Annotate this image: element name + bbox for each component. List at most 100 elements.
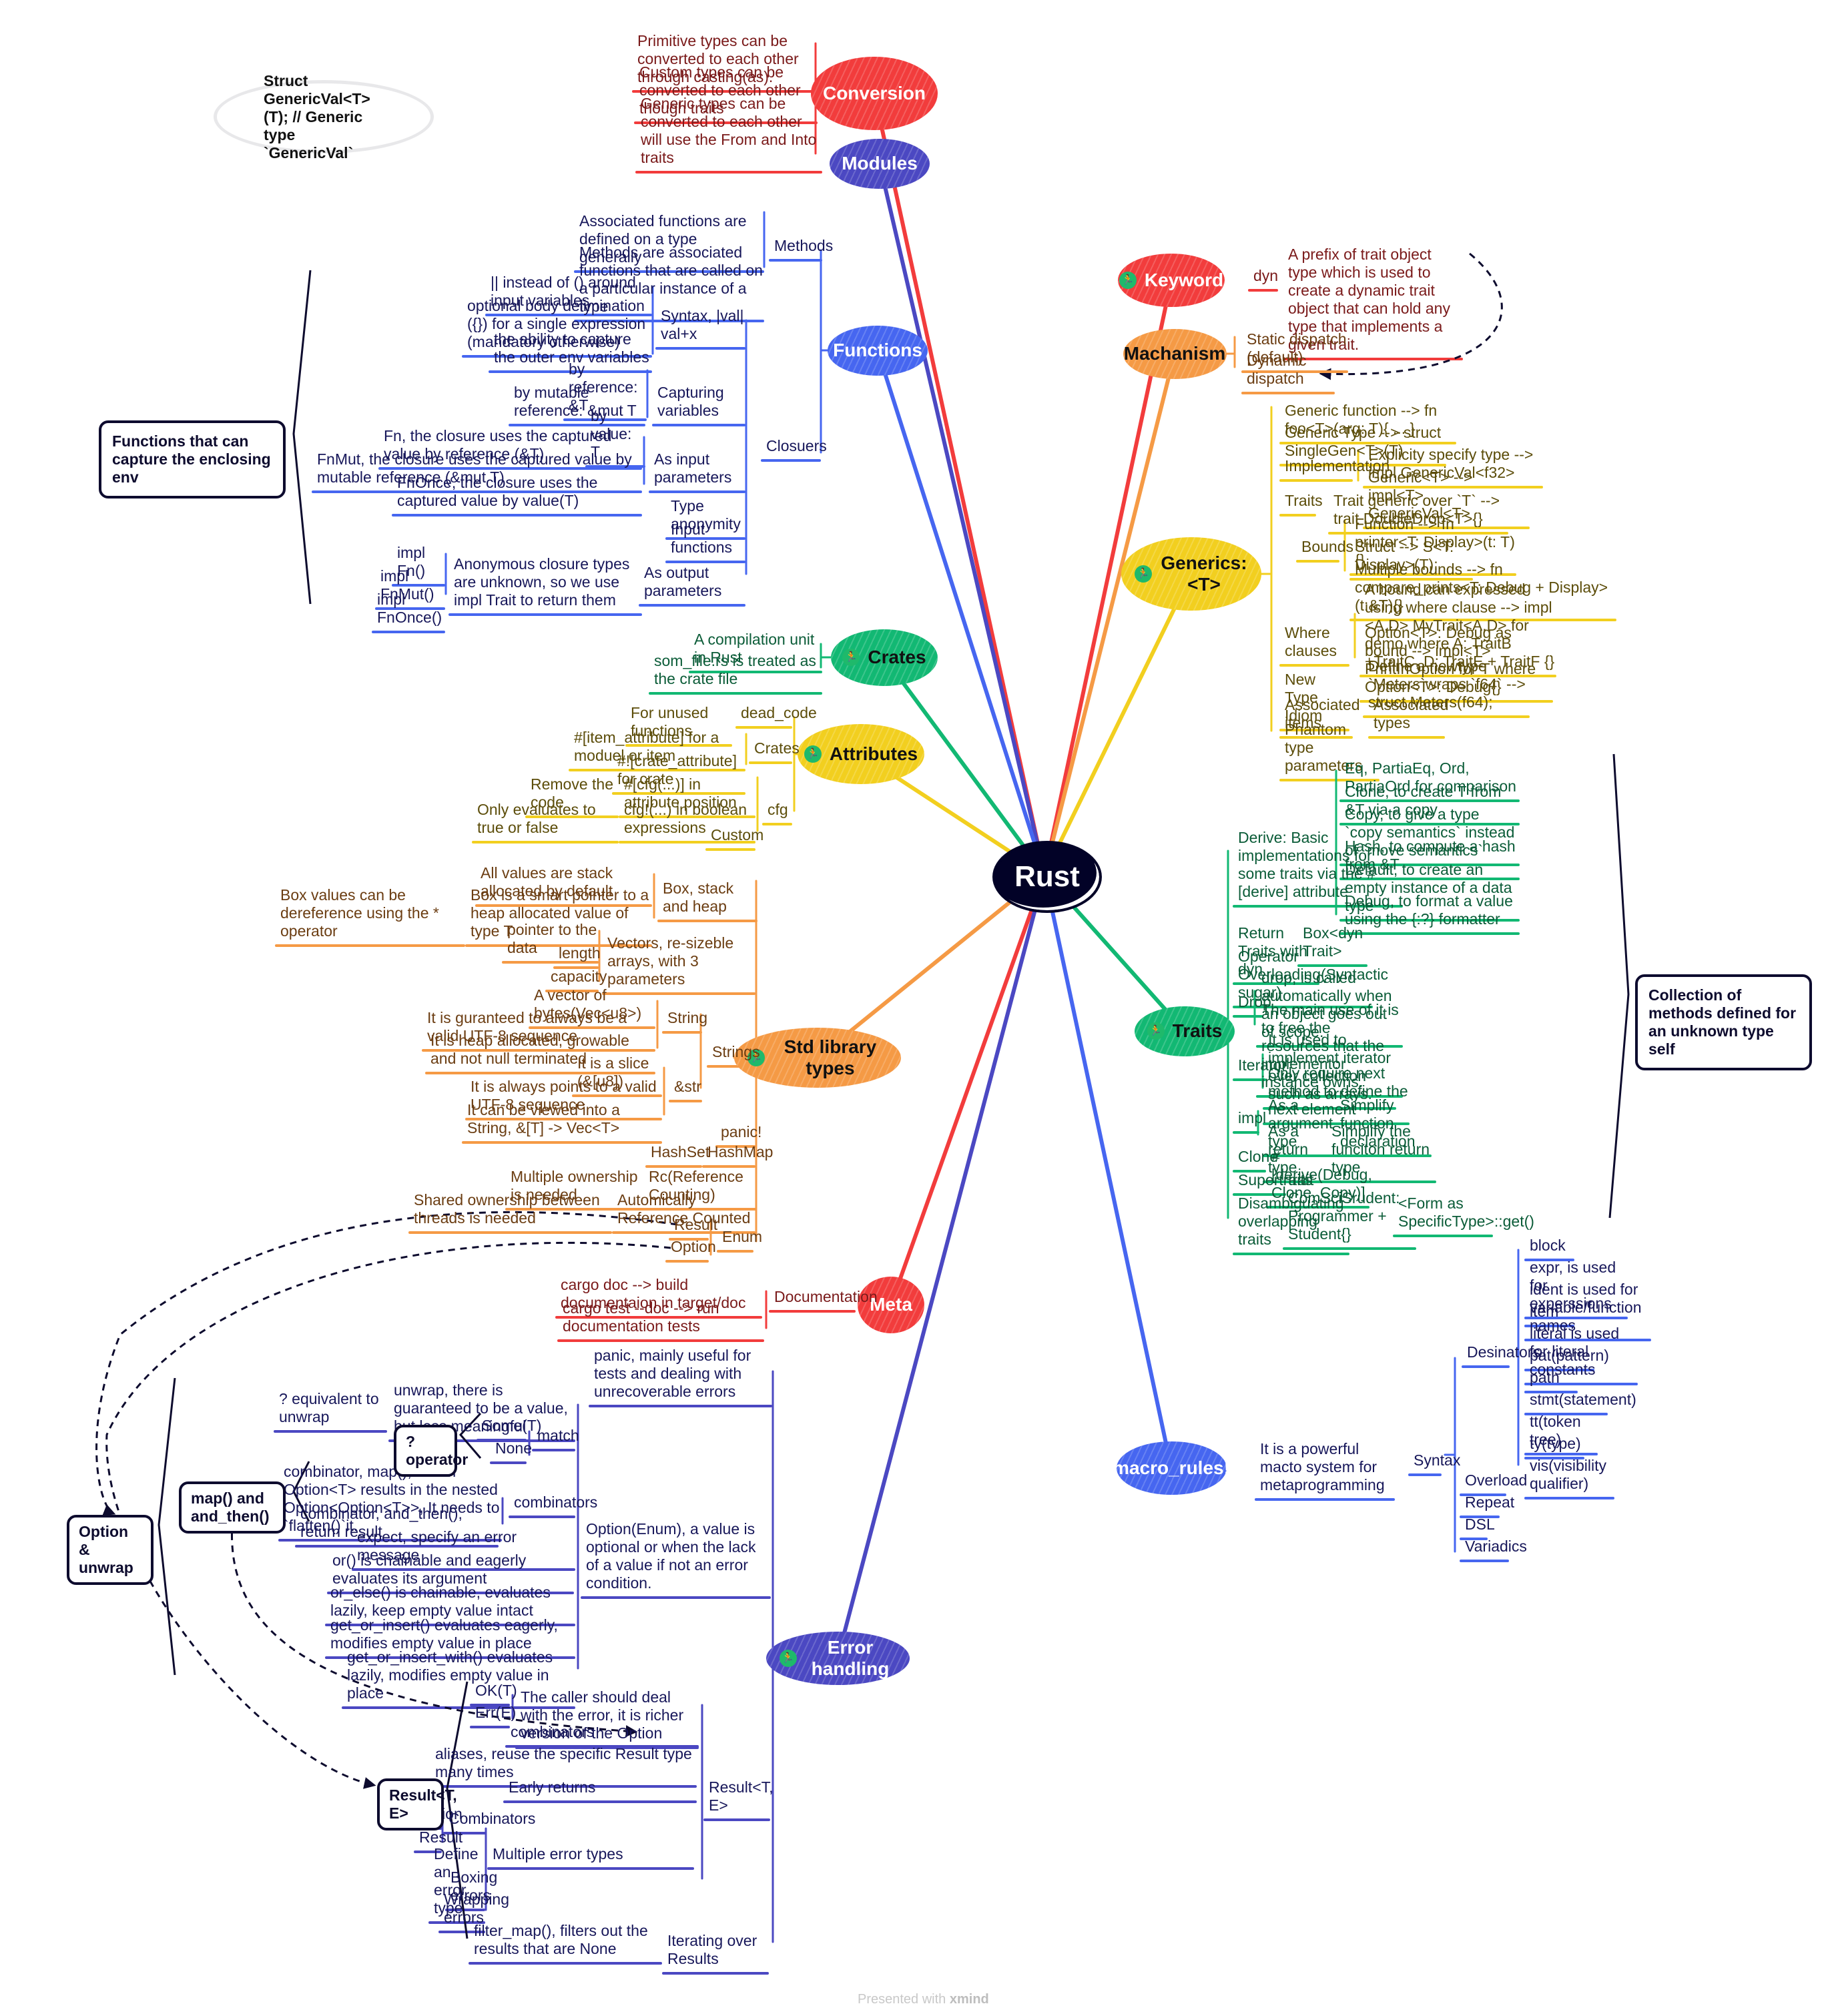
central-topic-rust[interactable]: Rust — [992, 841, 1102, 913]
hashset-item[interactable]: HashSet — [651, 1143, 709, 1161]
vectors-label[interactable]: Vectors, re-sizeble arrays, with 3 param… — [607, 934, 754, 988]
input-functions[interactable]: Input functions — [671, 521, 744, 557]
crates-item[interactable]: som_file.rs is treated as the crate file — [654, 652, 821, 688]
macro-syntax-item[interactable]: Overload — [1465, 1471, 1527, 1489]
result-label[interactable]: Result<T, E> — [709, 1778, 774, 1814]
topic-functions[interactable]: Functions — [828, 325, 928, 376]
option-item[interactable]: get_or_insert() evaluates eagerly, modif… — [330, 1616, 574, 1652]
string-label[interactable]: String — [667, 1009, 707, 1027]
attr-crates-label[interactable]: Crates — [754, 739, 800, 757]
result-combinators[interactable]: combinators — [511, 1723, 697, 1741]
topic-error-handling[interactable]: 🏃 Error handling — [766, 1632, 910, 1685]
dyn-label[interactable]: dyn — [1253, 267, 1278, 285]
derive-item[interactable]: Debug, to format a value using the {:?} … — [1345, 892, 1518, 928]
option-label[interactable]: Option(Enum), a value is optional or whe… — [586, 1520, 770, 1592]
strings-label[interactable]: Strings — [712, 1043, 760, 1061]
cfg-item[interactable]: Custom — [711, 826, 764, 844]
designator-item[interactable]: item — [1530, 1303, 1573, 1321]
vectors-item[interactable]: length — [559, 944, 601, 962]
match-item[interactable]: Some(T) — [482, 1417, 541, 1435]
syntax-label[interactable]: Syntax, |val| val+x — [661, 307, 744, 343]
topic-conversion[interactable]: Conversion — [811, 57, 938, 130]
iterating-label[interactable]: Iterating over Results — [667, 1932, 768, 1968]
closure-definition-callout[interactable]: Functions that can capture the enclosing… — [99, 420, 286, 498]
topic-generics[interactable]: 🏃 Generics: <T> — [1121, 537, 1261, 611]
option-combinators-label[interactable]: combinators — [514, 1493, 597, 1511]
topic-mechanism[interactable]: Machanism — [1123, 328, 1227, 379]
supertraits-label[interactable]: Supertraits — [1238, 1171, 1312, 1189]
disambiguating-item[interactable]: <Form as SpecificType>::get() — [1398, 1195, 1534, 1231]
option-item[interactable]: or() is chainable and eagerly evaluates … — [332, 1552, 573, 1588]
match-item[interactable]: None — [495, 1439, 532, 1457]
str-label[interactable]: &str — [674, 1078, 701, 1096]
result-aliases[interactable]: aliases, reuse the specific Result type … — [435, 1745, 695, 1781]
macro-syntax-label[interactable]: Syntax — [1414, 1451, 1460, 1469]
documentation-label[interactable]: Documentation — [774, 1288, 878, 1306]
arc-item[interactable]: Shared ownership between threads is need… — [414, 1191, 611, 1227]
panic-item[interactable]: panic! — [721, 1123, 761, 1141]
conversion-item[interactable]: Generic types can be converted to each o… — [641, 95, 821, 167]
cfg-label[interactable]: cfg — [768, 801, 791, 819]
where-label[interactable]: Where clauses — [1285, 624, 1348, 660]
enum-option[interactable]: Option — [671, 1238, 716, 1256]
output-item[interactable]: impl FnOnce() — [377, 591, 444, 627]
result-err[interactable]: Err(E) — [475, 1704, 516, 1722]
generics-traits-label[interactable]: Traits — [1285, 492, 1323, 510]
designator-item[interactable]: vis(visibility qualifier) — [1530, 1457, 1613, 1493]
designators-label[interactable]: Desinators — [1467, 1343, 1540, 1361]
topic-macro-rules[interactable]: macro_rules! — [1113, 1441, 1230, 1495]
iterating-item[interactable]: filter_map(), filters out the results th… — [474, 1922, 661, 1958]
result-callout[interactable]: Result<T, E> — [377, 1778, 457, 1830]
output-params-label[interactable]: As output parameters — [644, 564, 744, 600]
macro-syntax-item[interactable]: DSL — [1465, 1516, 1495, 1534]
capturing-label[interactable]: Capturing variables — [657, 384, 744, 420]
hashmap-label[interactable]: HashMap — [707, 1143, 773, 1161]
output-params-note[interactable]: Anonymous closure types are unknown, so … — [454, 555, 641, 609]
clone-label[interactable]: Clone — [1238, 1148, 1278, 1166]
error-type-item[interactable]: Wrapping errors — [444, 1891, 509, 1927]
designator-item[interactable]: ty(type) — [1530, 1435, 1583, 1453]
iterator-label[interactable]: Iterator — [1238, 1056, 1287, 1074]
vectors-item[interactable]: capacity — [551, 968, 607, 986]
drop-label[interactable]: Drop — [1238, 993, 1271, 1011]
box-deref[interactable]: Box values can be dereference using the … — [280, 886, 464, 940]
designator-item[interactable]: block — [1530, 1237, 1573, 1255]
bounds-label[interactable]: Bounds — [1301, 538, 1353, 556]
topic-attributes[interactable]: 🏃 Attributes — [798, 724, 924, 784]
input-params-item[interactable]: FnOnce, the closure uses the captured va… — [397, 474, 641, 510]
cfg-sub-item[interactable]: Only evaluates to true or false — [477, 801, 617, 837]
map-and-then-callout[interactable]: map() and and_then() — [179, 1481, 286, 1534]
impl-label[interactable]: impl — [1238, 1109, 1266, 1127]
implementation-label[interactable]: Implementation — [1285, 457, 1390, 475]
enum-result[interactable]: Result — [674, 1216, 717, 1234]
disambiguating-label[interactable]: Disambiguating overlapping traits — [1238, 1195, 1348, 1249]
traits-definition-callout[interactable]: Collection of methods defined for an unk… — [1635, 974, 1812, 1070]
match-label[interactable]: match — [537, 1427, 579, 1445]
designator-item[interactable]: stmt(statement) — [1530, 1391, 1636, 1409]
panic-item[interactable]: panic, mainly useful for tests and deali… — [594, 1347, 771, 1401]
closures-label[interactable]: Closuers — [766, 437, 827, 455]
enum-label[interactable]: Enum — [722, 1228, 762, 1246]
macro-syntax-item[interactable]: Variadics — [1465, 1538, 1527, 1556]
documentation-item[interactable]: cargo test --doc --> run documentation t… — [563, 1299, 763, 1335]
result-early-returns[interactable]: Early returns — [509, 1778, 695, 1796]
topic-crates[interactable]: 🏃 Crates — [831, 629, 938, 686]
topic-modules[interactable]: Modules — [830, 138, 930, 189]
dead-code-label[interactable]: dead_code — [741, 704, 817, 722]
unwrap-sub-item[interactable]: ? equivalent to unwrap — [279, 1390, 386, 1426]
input-params-label[interactable]: As input parameters — [654, 450, 744, 486]
question-operator-callout[interactable]: ? operator — [394, 1425, 468, 1477]
designator-item[interactable]: pat(pattern) — [1530, 1347, 1609, 1365]
macro-description[interactable]: It is a powerful macto system for metapr… — [1260, 1440, 1394, 1494]
option-unwrap-callout[interactable]: Option & unwrap — [67, 1515, 154, 1585]
box-label[interactable]: Box, stack and heap — [663, 880, 756, 916]
str-item[interactable]: It can be viewed into a String, &[T] -> … — [467, 1101, 661, 1137]
multiple-errors-label[interactable]: Multiple error types — [493, 1845, 693, 1863]
mechanism-item[interactable]: Dynamic dispatch — [1247, 352, 1333, 388]
methods-label[interactable]: Methods — [774, 237, 833, 255]
result-ok[interactable]: OK(T) — [475, 1682, 517, 1700]
topic-keyword[interactable]: 🏃 Keyword — [1118, 254, 1225, 307]
option-item[interactable]: or_else() is chainable, evaluates lazily… — [330, 1584, 574, 1620]
associated-item[interactable]: Associated types — [1373, 696, 1449, 732]
designator-item[interactable]: path — [1530, 1369, 1576, 1387]
